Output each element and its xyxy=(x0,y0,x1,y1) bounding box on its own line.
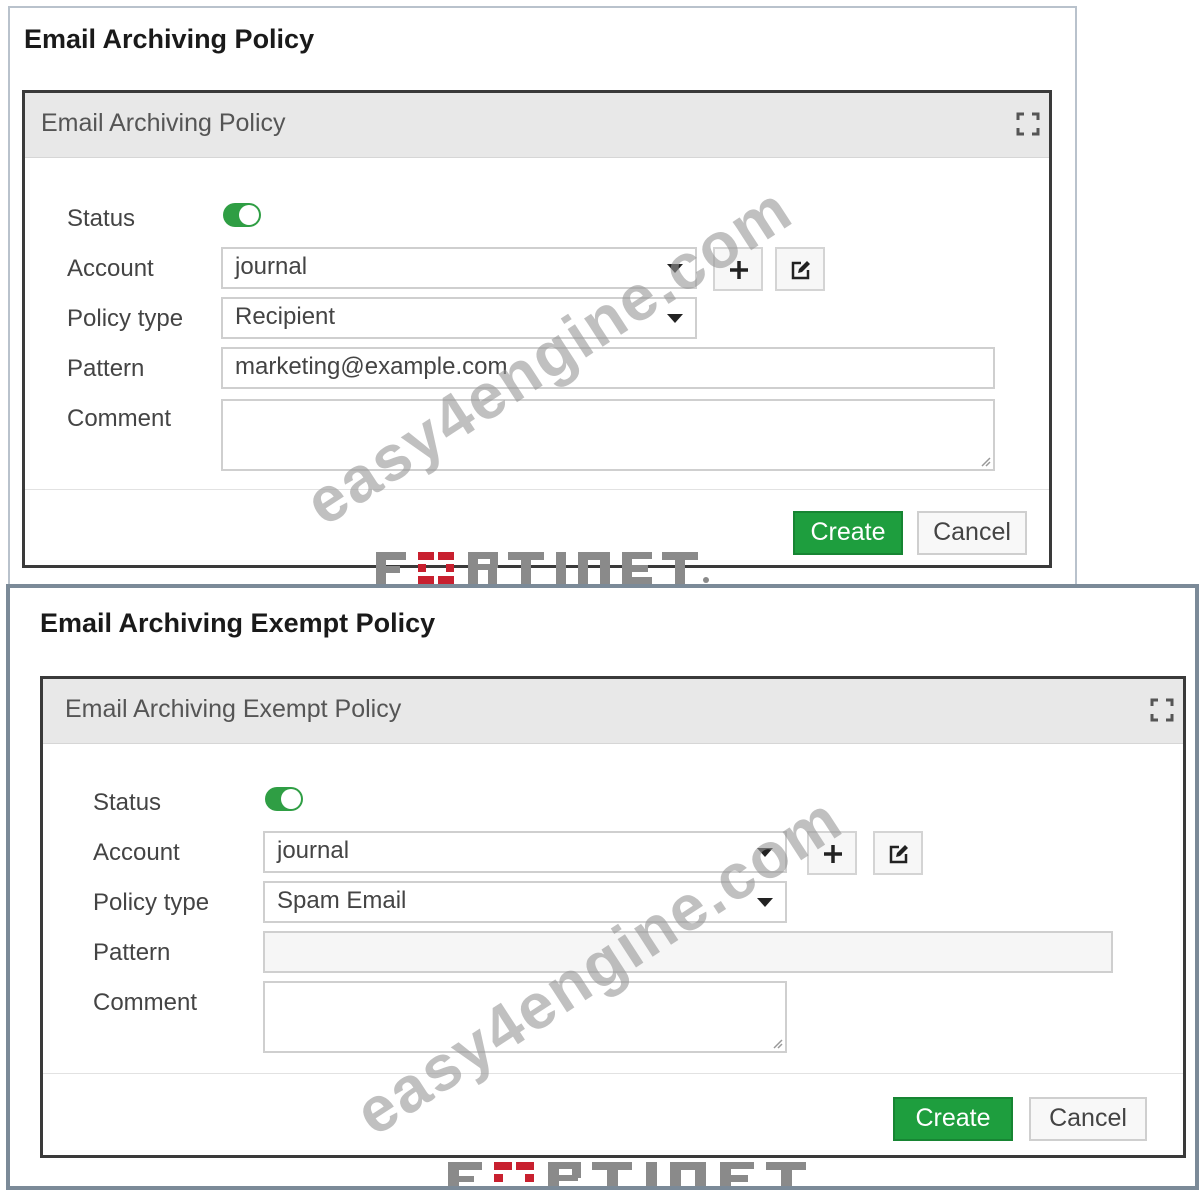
policy-type-select[interactable]: Recipient xyxy=(221,297,697,339)
resize-grip-icon[interactable] xyxy=(979,455,991,467)
account-label: Account xyxy=(67,255,154,282)
edit-icon xyxy=(889,845,908,864)
policy-type-value: Spam Email xyxy=(277,887,407,914)
edit-account-button[interactable] xyxy=(775,247,825,291)
edit-icon xyxy=(791,261,810,280)
policy-type-select[interactable]: Spam Email xyxy=(263,881,787,923)
account-select[interactable]: journal xyxy=(221,247,697,289)
comment-textarea[interactable] xyxy=(221,399,995,471)
policy-type-label: Policy type xyxy=(67,305,184,332)
pattern-label: Pattern xyxy=(67,355,145,382)
account-value: journal xyxy=(277,837,350,864)
email-archiving-exempt-policy-panel: Email Archiving Exempt Policy Email Arch… xyxy=(6,584,1199,1190)
email-archiving-policy-panel: Email Archiving Policy Email Archiving P… xyxy=(8,6,1077,586)
dialog-header: Email Archiving Exempt Policy xyxy=(43,679,1183,744)
account-value: journal xyxy=(235,253,308,280)
pattern-label: Pattern xyxy=(93,939,171,966)
chevron-down-icon xyxy=(667,314,683,323)
dialog-footer-divider xyxy=(25,489,1049,490)
add-account-button[interactable] xyxy=(713,247,763,291)
plus-icon xyxy=(824,845,842,863)
account-label: Account xyxy=(93,839,180,866)
status-label: Status xyxy=(93,789,162,816)
email-archiving-exempt-policy-dialog: Email Archiving Exempt Policy Status Acc… xyxy=(40,676,1186,1158)
fortinet-logo xyxy=(448,1162,806,1186)
chevron-down-icon xyxy=(757,848,773,857)
create-button[interactable]: Create xyxy=(793,511,903,555)
page-title: Email Archiving Exempt Policy xyxy=(40,608,436,638)
comment-label: Comment xyxy=(93,989,198,1016)
fortinet-logo xyxy=(376,552,709,584)
status-toggle[interactable] xyxy=(223,203,261,227)
resize-grip-icon[interactable] xyxy=(771,1037,783,1049)
policy-type-value: Recipient xyxy=(235,303,336,330)
status-toggle[interactable] xyxy=(265,787,303,811)
account-select[interactable]: journal xyxy=(263,831,787,873)
dialog-title: Email Archiving Policy xyxy=(41,109,286,137)
chevron-down-icon xyxy=(667,264,683,273)
create-button[interactable]: Create xyxy=(893,1097,1013,1141)
edit-account-button[interactable] xyxy=(873,831,923,875)
page-title: Email Archiving Policy xyxy=(24,24,315,54)
cancel-button[interactable]: Cancel xyxy=(1029,1097,1147,1141)
pattern-input[interactable] xyxy=(263,931,1113,973)
chevron-down-icon xyxy=(757,898,773,907)
toggle-knob xyxy=(281,789,301,809)
toggle-knob xyxy=(239,205,259,225)
dialog-footer-divider xyxy=(43,1073,1183,1074)
policy-type-label: Policy type xyxy=(93,889,210,916)
expand-icon[interactable] xyxy=(1149,697,1175,723)
comment-textarea[interactable] xyxy=(263,981,787,1053)
email-archiving-policy-dialog: Email Archiving Policy Status Account jo… xyxy=(22,90,1052,568)
pattern-input[interactable]: marketing@example.com xyxy=(221,347,995,389)
plus-icon xyxy=(730,261,748,279)
comment-label: Comment xyxy=(67,405,172,432)
status-label: Status xyxy=(67,205,136,232)
dialog-header: Email Archiving Policy xyxy=(25,93,1049,158)
dialog-title: Email Archiving Exempt Policy xyxy=(65,695,402,723)
expand-icon[interactable] xyxy=(1015,111,1041,137)
cancel-button[interactable]: Cancel xyxy=(917,511,1027,555)
add-account-button[interactable] xyxy=(807,831,857,875)
